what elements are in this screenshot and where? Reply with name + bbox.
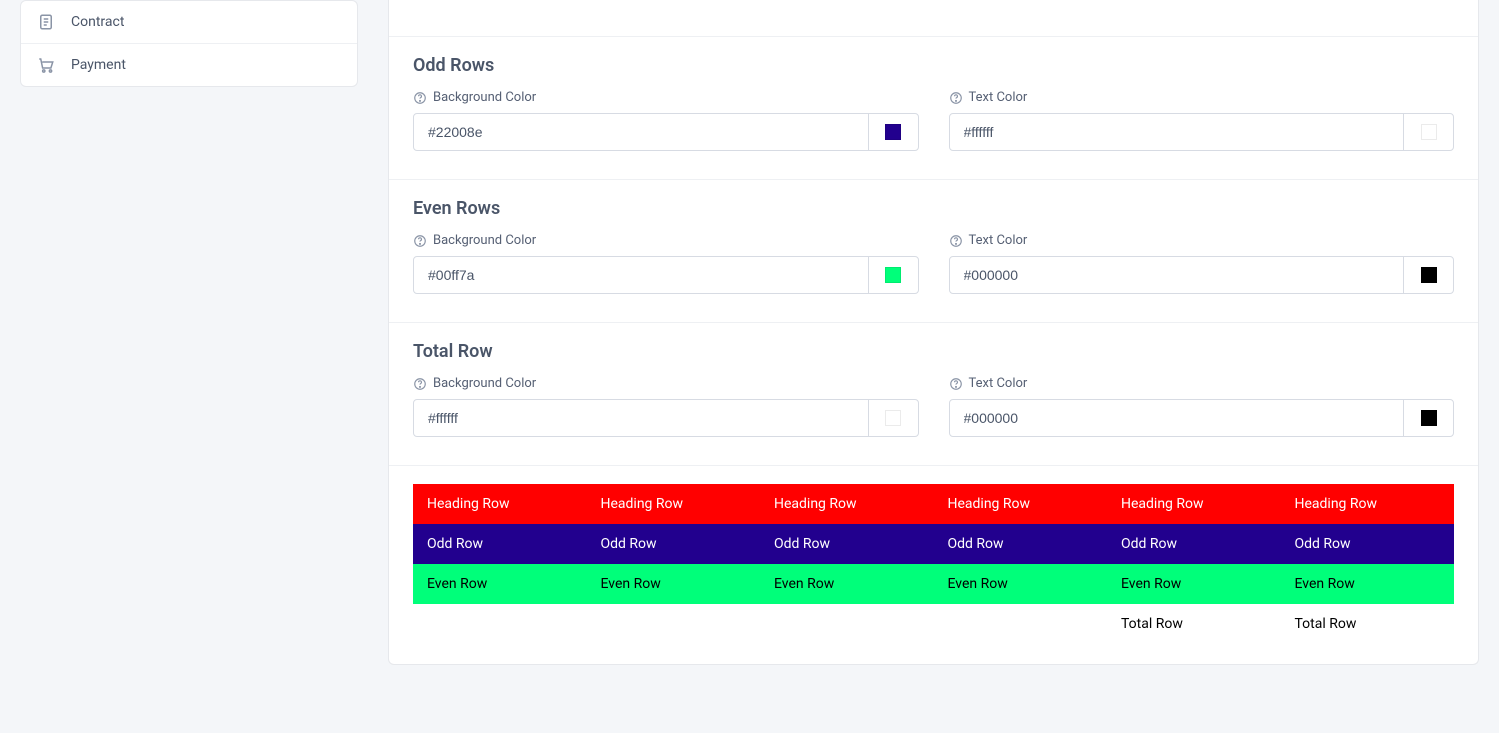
preview-even-cell: Even Row xyxy=(760,564,934,604)
section-title: Even Rows xyxy=(413,198,1454,219)
sidebar-item-label: Payment xyxy=(71,57,126,73)
preview-heading-cell: Heading Row xyxy=(934,484,1108,524)
odd-text-group: Text Color xyxy=(949,90,1455,151)
even-text-input[interactable] xyxy=(950,257,1404,293)
field-label: Background Color xyxy=(433,90,536,105)
contract-icon xyxy=(37,13,55,31)
preview-total-cell: Total Row xyxy=(1107,604,1281,644)
preview-odd-cell: Odd Row xyxy=(934,524,1108,564)
preview-even-cell: Even Row xyxy=(1281,564,1455,604)
section-title: Odd Rows xyxy=(413,55,1454,76)
sidebar: Contract Payment xyxy=(20,0,358,87)
help-icon[interactable] xyxy=(413,234,427,248)
odd-bg-group: Background Color xyxy=(413,90,919,151)
section-total-row: Total Row Background Color xyxy=(389,322,1478,465)
total-bg-input[interactable] xyxy=(414,400,868,436)
preview-even-cell: Even Row xyxy=(413,564,587,604)
odd-text-input[interactable] xyxy=(950,114,1404,150)
preview-section: Heading Row Heading Row Heading Row Head… xyxy=(389,465,1478,644)
preview-even-cell: Even Row xyxy=(934,564,1108,604)
preview-odd-cell: Odd Row xyxy=(1281,524,1455,564)
preview-heading-row: Heading Row Heading Row Heading Row Head… xyxy=(413,484,1454,524)
help-icon[interactable] xyxy=(413,91,427,105)
preview-table: Heading Row Heading Row Heading Row Head… xyxy=(413,484,1454,644)
help-icon[interactable] xyxy=(413,377,427,391)
preview-even-cell: Even Row xyxy=(587,564,761,604)
even-bg-input[interactable] xyxy=(414,257,868,293)
sidebar-item-payment[interactable]: Payment xyxy=(21,43,357,86)
help-icon[interactable] xyxy=(949,91,963,105)
field-label: Text Color xyxy=(969,376,1028,391)
odd-bg-swatch-button[interactable] xyxy=(868,114,918,150)
color-swatch xyxy=(885,410,901,426)
section-even-rows: Even Rows Background Color xyxy=(389,179,1478,322)
total-bg-swatch-button[interactable] xyxy=(868,400,918,436)
main-panel: Odd Rows Background Color xyxy=(388,0,1479,665)
preview-odd-cell: Odd Row xyxy=(760,524,934,564)
field-label: Background Color xyxy=(433,376,536,391)
preview-even-cell: Even Row xyxy=(1107,564,1281,604)
preview-odd-row: Odd Row Odd Row Odd Row Odd Row Odd Row … xyxy=(413,524,1454,564)
total-text-group: Text Color xyxy=(949,376,1455,437)
color-swatch xyxy=(1421,124,1437,140)
color-swatch xyxy=(1421,410,1437,426)
total-text-swatch-button[interactable] xyxy=(1403,400,1453,436)
field-label: Text Color xyxy=(969,233,1028,248)
preview-odd-cell: Odd Row xyxy=(1107,524,1281,564)
preview-odd-cell: Odd Row xyxy=(587,524,761,564)
section-title: Total Row xyxy=(413,341,1454,362)
preview-heading-cell: Heading Row xyxy=(760,484,934,524)
help-icon[interactable] xyxy=(949,377,963,391)
help-icon[interactable] xyxy=(949,234,963,248)
section-odd-rows: Odd Rows Background Color xyxy=(389,36,1478,179)
color-swatch xyxy=(885,267,901,283)
preview-heading-cell: Heading Row xyxy=(413,484,587,524)
sidebar-item-label: Contract xyxy=(71,14,124,30)
total-bg-group: Background Color xyxy=(413,376,919,437)
sidebar-item-contract[interactable]: Contract xyxy=(21,1,357,43)
even-text-group: Text Color xyxy=(949,233,1455,294)
field-label: Text Color xyxy=(969,90,1028,105)
total-text-input[interactable] xyxy=(950,400,1404,436)
preview-heading-cell: Heading Row xyxy=(1107,484,1281,524)
cart-icon xyxy=(37,56,55,74)
preview-heading-cell: Heading Row xyxy=(587,484,761,524)
preview-odd-cell: Odd Row xyxy=(413,524,587,564)
field-label: Background Color xyxy=(433,233,536,248)
preview-heading-cell: Heading Row xyxy=(1281,484,1455,524)
preview-total-cell: Total Row xyxy=(1281,604,1455,644)
odd-bg-input[interactable] xyxy=(414,114,868,150)
odd-text-swatch-button[interactable] xyxy=(1403,114,1453,150)
color-swatch xyxy=(1421,267,1437,283)
even-bg-group: Background Color xyxy=(413,233,919,294)
preview-total-row: Total Row Total Row xyxy=(413,604,1454,644)
preview-even-row: Even Row Even Row Even Row Even Row Even… xyxy=(413,564,1454,604)
even-bg-swatch-button[interactable] xyxy=(868,257,918,293)
color-swatch xyxy=(885,124,901,140)
even-text-swatch-button[interactable] xyxy=(1403,257,1453,293)
